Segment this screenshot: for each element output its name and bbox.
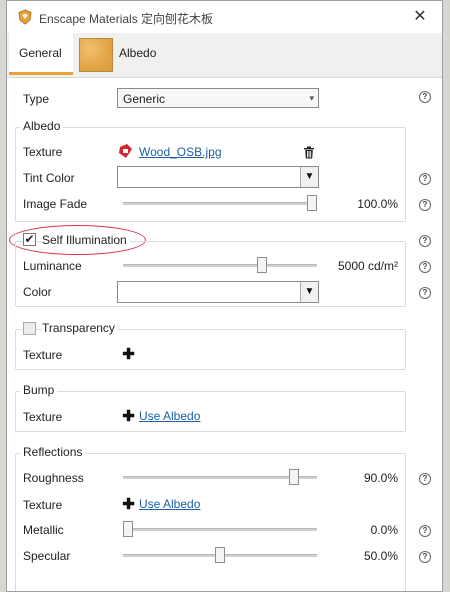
fade-help-icon[interactable]: ?	[419, 199, 431, 211]
type-select-value: Generic	[123, 92, 166, 106]
luminance-value: 5000 cd/m²	[337, 259, 398, 273]
tab-bar: General Albedo	[7, 33, 442, 78]
albedo-swatch	[79, 38, 113, 72]
illumination-color-label: Color	[23, 285, 52, 299]
transparency-checkbox[interactable]	[23, 322, 36, 335]
color-help-icon[interactable]: ?	[419, 287, 431, 299]
roughness-label: Roughness	[23, 471, 84, 485]
roughness-value: 90.0%	[363, 471, 398, 485]
tab-albedo-label: Albedo	[119, 46, 157, 60]
slider-track	[123, 264, 317, 267]
specular-label: Specular	[23, 549, 71, 563]
illumination-color-picker[interactable]: ▼	[117, 281, 319, 303]
reflections-texture-label: Texture	[23, 498, 63, 512]
image-fade-slider[interactable]	[123, 195, 317, 211]
roughness-help-icon[interactable]: ?	[419, 473, 431, 485]
image-fade-label: Image Fade	[23, 197, 88, 211]
tint-color-label: Tint Color	[23, 171, 75, 185]
roughness-slider[interactable]	[123, 469, 317, 485]
trash-icon[interactable]	[303, 146, 315, 159]
specular-help-icon[interactable]: ?	[419, 551, 431, 563]
tint-dropdown-arrow-icon: ▼	[300, 167, 318, 187]
self-illumination-checkbox[interactable]: ✔	[23, 233, 36, 246]
general-panel: Type Generic ▾ ? Albedo Texture Wood_OSB…	[7, 78, 442, 591]
bump-group-title: Bump	[20, 383, 58, 397]
chevron-down-icon: ▾	[309, 93, 314, 103]
bump-use-albedo-link[interactable]: Use Albedo	[139, 409, 200, 423]
type-label: Type	[23, 92, 50, 106]
albedo-texture-label: Texture	[23, 145, 63, 159]
slider-thumb[interactable]	[257, 257, 267, 273]
window-title: Enscape Materials 定向刨花木板	[39, 12, 214, 26]
materials-window: Enscape Materials 定向刨花木板 ✕ General Albed…	[6, 0, 443, 592]
specular-slider[interactable]	[123, 547, 317, 563]
tab-general-label: General	[19, 46, 62, 60]
transparency-label: Transparency	[42, 321, 118, 335]
luminance-help-icon[interactable]: ?	[419, 261, 431, 273]
slider-thumb[interactable]	[289, 469, 299, 485]
metallic-label: Metallic	[23, 523, 64, 537]
slider-thumb[interactable]	[123, 521, 133, 537]
slider-track	[123, 202, 317, 205]
image-file-icon	[119, 144, 132, 158]
slider-track	[123, 476, 317, 479]
bump-texture-label: Texture	[23, 410, 63, 424]
metallic-help-icon[interactable]: ?	[419, 525, 431, 537]
image-fade-value: 100.0%	[357, 197, 398, 211]
luminance-slider[interactable]	[123, 257, 317, 273]
add-reflection-texture-icon[interactable]: ✚	[122, 497, 135, 512]
albedo-group-title: Albedo	[20, 119, 64, 133]
slider-thumb[interactable]	[307, 195, 317, 211]
self-illumination-help-icon[interactable]: ?	[419, 235, 431, 247]
tint-color-picker[interactable]: ▼	[117, 166, 319, 188]
tint-help-icon[interactable]: ?	[419, 173, 431, 185]
slider-track	[123, 528, 317, 531]
transparency-texture-label: Texture	[23, 348, 63, 362]
albedo-texture-link[interactable]: Wood_OSB.jpg	[139, 145, 222, 159]
slider-thumb[interactable]	[215, 547, 225, 563]
title-bar: Enscape Materials 定向刨花木板 ✕	[7, 1, 442, 33]
metallic-value: 0.0%	[370, 523, 398, 537]
self-illumination-label: Self Illumination	[42, 233, 130, 247]
type-help-icon[interactable]: ?	[419, 91, 431, 103]
type-select[interactable]: Generic ▾	[117, 88, 319, 108]
reflections-group-title: Reflections	[20, 445, 86, 459]
metallic-slider[interactable]	[123, 521, 317, 537]
reflections-use-albedo-link[interactable]: Use Albedo	[139, 497, 200, 511]
illumination-dropdown-arrow-icon: ▼	[300, 282, 318, 302]
close-button[interactable]: ✕	[410, 7, 430, 27]
luminance-label: Luminance	[23, 259, 82, 273]
add-bump-texture-icon[interactable]: ✚	[122, 409, 135, 424]
specular-value: 50.0%	[363, 549, 398, 563]
add-texture-icon[interactable]: ✚	[122, 347, 135, 362]
transparency-group	[15, 329, 406, 370]
bump-group	[15, 391, 406, 432]
enscape-logo-icon	[18, 9, 32, 25]
tab-albedo[interactable]: Albedo	[77, 33, 197, 77]
tab-general[interactable]: General	[9, 33, 73, 75]
